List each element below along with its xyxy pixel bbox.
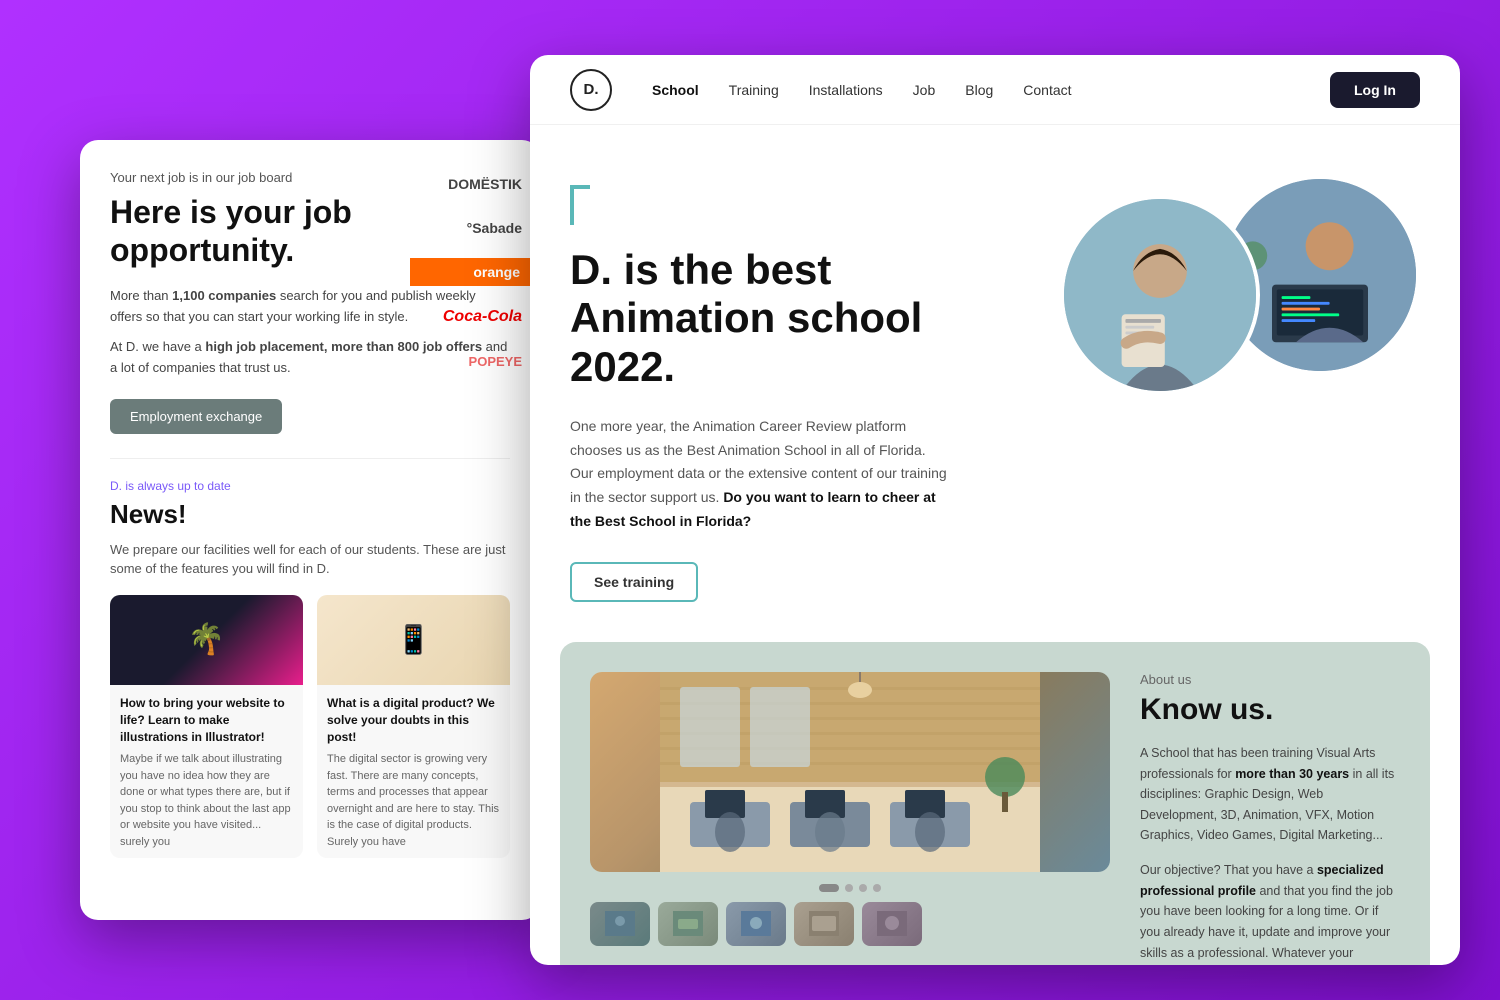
nav-installations[interactable]: Installations (809, 82, 883, 98)
news-card-1-content: How to bring your website to life? Learn… (110, 685, 303, 858)
nav-contact[interactable]: Contact (1023, 82, 1071, 98)
about-tag: About us (1140, 672, 1400, 687)
logo-sabadell: °Sabade (410, 214, 530, 242)
nav-school[interactable]: School (652, 82, 699, 98)
hero-title: D. is the best Animation school 2022. (570, 246, 1020, 391)
nav-links: School Training Installations Job Blog C… (652, 82, 1330, 98)
hero-description: One more year, the Animation Career Revi… (570, 415, 950, 534)
news-card-2-content: What is a digital product? We solve your… (317, 685, 510, 858)
about-main-image (590, 672, 1110, 872)
dot-1[interactable] (819, 884, 839, 892)
hero-section: D. is the best Animation school 2022. On… (530, 125, 1460, 642)
hero-images (1060, 175, 1420, 495)
thumb-5[interactable] (862, 902, 922, 946)
news-card-1-image: 🌴 (110, 595, 303, 685)
about-content: About us Know us. A School that has been… (1140, 672, 1400, 965)
news-card-1[interactable]: 🌴 How to bring your website to life? Lea… (110, 595, 303, 858)
thumb-3[interactable] (726, 902, 786, 946)
site-logo[interactable]: D. (570, 69, 612, 111)
left-card-inner: DOMËSTIK °Sabade orange Coca-Cola POPEYE… (80, 140, 540, 920)
about-image-area (590, 672, 1110, 965)
employment-exchange-button[interactable]: Employment exchange (110, 399, 282, 434)
person-1-illustration (1064, 199, 1256, 391)
left-card: DOMËSTIK °Sabade orange Coca-Cola POPEYE… (80, 140, 540, 920)
thumb-2[interactable] (658, 902, 718, 946)
news-card-2[interactable]: 📱 What is a digital product? We solve yo… (317, 595, 510, 858)
dot-4[interactable] (873, 884, 881, 892)
see-training-button[interactable]: See training (570, 562, 698, 602)
phone-icon: 📱 (396, 623, 431, 656)
news-cards: 🌴 How to bring your website to life? Lea… (110, 595, 510, 858)
dot-2[interactable] (845, 884, 853, 892)
dot-3[interactable] (859, 884, 867, 892)
about-title: Know us. (1140, 693, 1400, 727)
palm-icon: 🌴 (188, 622, 225, 657)
news-card-2-title: What is a digital product? We solve your… (327, 695, 500, 745)
logos-area: DOMËSTIK °Sabade orange Coca-Cola POPEYE (400, 140, 540, 620)
nav-training[interactable]: Training (729, 82, 779, 98)
about-desc-2: Our objective? That you have a specializ… (1140, 860, 1400, 965)
logo-orange: orange (410, 258, 530, 286)
right-card: D. School Training Installations Job Blo… (530, 55, 1460, 965)
hero-content: D. is the best Animation school 2022. On… (570, 175, 1020, 602)
thumbnail-row (590, 902, 1110, 946)
slider-dots (590, 884, 1110, 892)
thumb-1[interactable] (590, 902, 650, 946)
login-button[interactable]: Log In (1330, 72, 1420, 108)
about-section: About us Know us. A School that has been… (560, 642, 1430, 965)
logo-cocacola: Coca-Cola (410, 302, 530, 332)
office-illustration (590, 672, 1110, 872)
about-desc-1: A School that has been training Visual A… (1140, 743, 1400, 846)
navbar: D. School Training Installations Job Blo… (530, 55, 1460, 125)
hero-circle-left (1060, 195, 1260, 395)
news-card-1-text: Maybe if we talk about illustrating you … (120, 751, 293, 850)
logo-domestik: DOMËSTIK (410, 170, 530, 198)
logo-popeye: POPEYE (410, 348, 530, 375)
nav-blog[interactable]: Blog (965, 82, 993, 98)
hero-bracket-decoration (570, 185, 590, 225)
thumb-4[interactable] (794, 902, 854, 946)
news-card-1-title: How to bring your website to life? Learn… (120, 695, 293, 745)
news-card-2-text: The digital sector is growing very fast.… (327, 751, 500, 850)
nav-job[interactable]: Job (913, 82, 936, 98)
